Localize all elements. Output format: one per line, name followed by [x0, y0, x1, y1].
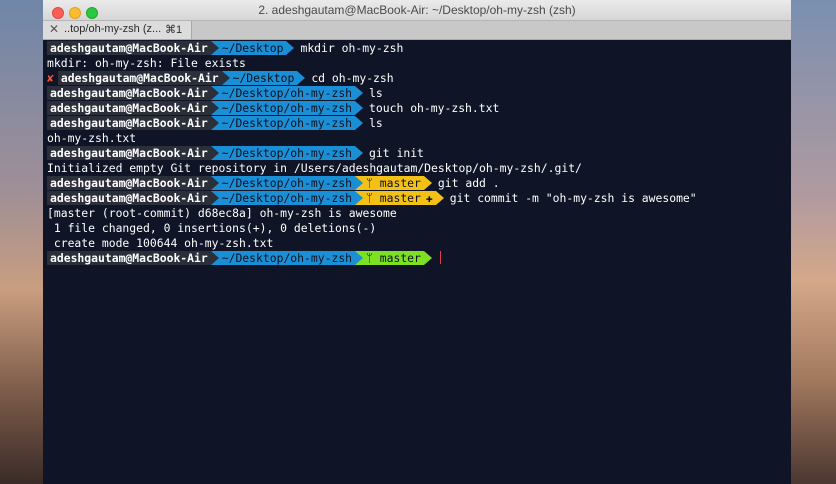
typed-command: touch oh-my-zsh.txt [369, 101, 500, 115]
prompt-directory-segment: ~/Desktop/oh-my-zsh [218, 146, 356, 160]
prompt-user-segment: adeshgautam@MacBook-Air [47, 116, 211, 130]
command-output: create mode 100644 oh-my-zsh.txt [47, 236, 274, 250]
typed-command: git init [369, 146, 424, 160]
tab-shortcut: ⌘1 [165, 24, 183, 36]
powerline-separator-icon [355, 146, 364, 160]
powerline-separator-icon [210, 176, 219, 190]
prompt-line: adeshgautam@MacBook-Air ~/Desktop/oh-my-z… [47, 176, 500, 190]
typed-command: mkdir oh-my-zsh [300, 41, 404, 55]
command-output: oh-my-zsh.txt [47, 131, 137, 145]
powerline-separator-icon [210, 41, 219, 55]
output-line: [master (root-commit) d68ec8a] oh-my-zsh… [47, 206, 397, 220]
prompt-line: adeshgautam@MacBook-Air ~/Desktop/oh-my-z… [47, 116, 383, 130]
typed-command: ls [369, 86, 383, 100]
output-line: mkdir: oh-my-zsh: File exists [47, 56, 246, 70]
git-branch-name: master [379, 176, 421, 190]
title-bar[interactable]: 2. adeshgautam@MacBook-Air: ~/Desktop/oh… [43, 0, 791, 21]
prompt-git-segment: ᛘ master [363, 176, 424, 190]
output-line: Initialized empty Git repository in /Use… [47, 161, 582, 175]
git-staged-icon: ✚ [425, 191, 433, 205]
git-branch-name: master [379, 191, 421, 205]
output-line: 1 file changed, 0 insertions(+), 0 delet… [47, 221, 376, 235]
powerline-separator-icon [210, 101, 219, 115]
tab-title: ..top/oh-my-zsh (z... [64, 23, 162, 35]
terminal-output[interactable]: adeshgautam@MacBook-Air ~/Desktop mkdir oh… [43, 40, 791, 484]
error-status-icon: ✘ [47, 71, 54, 85]
git-branch-name: master [379, 251, 421, 265]
output-line: create mode 100644 oh-my-zsh.txt [47, 236, 273, 250]
prompt-directory-segment: ~/Desktop/oh-my-zsh [218, 101, 356, 115]
powerline-separator-icon [210, 191, 219, 205]
typed-command: git add . [437, 176, 500, 190]
powerline-separator-icon [210, 251, 219, 265]
prompt-user-segment: adeshgautam@MacBook-Air [47, 101, 211, 115]
prompt-directory-segment: ~/Desktop [229, 71, 298, 85]
prompt-line: ✘ adeshgautam@MacBook-Air ~/Desktop cd oh-m… [47, 71, 394, 85]
powerline-separator-icon [423, 251, 432, 265]
powerline-separator-icon [355, 101, 364, 115]
tab-bar: ✕ ..top/oh-my-zsh (z... ⌘1 [43, 21, 791, 40]
prompt-user-segment: adeshgautam@MacBook-Air [47, 41, 211, 55]
tab-terminal-1[interactable]: ✕ ..top/oh-my-zsh (z... ⌘1 [43, 21, 192, 39]
prompt-git-segment: ᛘ master ✚ [363, 191, 436, 205]
git-branch-icon: ᛘ [366, 176, 380, 190]
prompt-directory-segment: ~/Desktop/oh-my-zsh [218, 251, 356, 265]
powerline-separator-icon [423, 176, 432, 190]
output-line: oh-my-zsh.txt [47, 131, 136, 145]
prompt-line: adeshgautam@MacBook-Air ~/Desktop/oh-my-z… [47, 86, 383, 100]
powerline-separator-icon [221, 71, 230, 85]
close-tab-icon[interactable]: ✕ [49, 22, 59, 36]
prompt-user-segment: adeshgautam@MacBook-Air [57, 71, 222, 85]
command-output: mkdir: oh-my-zsh: File exists [47, 56, 246, 70]
typed-command: cd oh-my-zsh [311, 71, 394, 85]
prompt-directory-segment: ~/Desktop [218, 41, 287, 55]
window-title: 2. adeshgautam@MacBook-Air: ~/Desktop/oh… [258, 3, 576, 17]
git-branch-icon: ᛘ [366, 251, 380, 265]
prompt-directory-segment: ~/Desktop/oh-my-zsh [218, 176, 356, 190]
typed-command: ls [369, 116, 383, 130]
command-output: Initialized empty Git repository in /Use… [47, 161, 582, 175]
prompt-user-segment: adeshgautam@MacBook-Air [47, 176, 211, 190]
prompt-directory-segment: ~/Desktop/oh-my-zsh [218, 86, 356, 100]
prompt-line: adeshgautam@MacBook-Air ~/Desktop/oh-my-z… [47, 101, 499, 115]
command-output: 1 file changed, 0 insertions(+), 0 delet… [47, 221, 377, 235]
prompt-line: adeshgautam@MacBook-Air ~/Desktop mkdir oh… [47, 41, 403, 55]
desktop-wallpaper-right [790, 0, 836, 484]
prompt-line: adeshgautam@MacBook-Air ~/Desktop/oh-my-z… [47, 191, 697, 205]
powerline-separator-icon [210, 116, 219, 130]
prompt-directory-segment: ~/Desktop/oh-my-zsh [218, 116, 356, 130]
prompt-user-segment: adeshgautam@MacBook-Air [47, 191, 211, 205]
powerline-separator-icon [355, 176, 364, 190]
prompt-user-segment: adeshgautam@MacBook-Air [47, 251, 211, 265]
prompt-user-segment: adeshgautam@MacBook-Air [47, 86, 211, 100]
powerline-separator-icon [355, 86, 364, 100]
prompt-directory-segment: ~/Desktop/oh-my-zsh [218, 191, 356, 205]
powerline-separator-icon [210, 146, 219, 160]
text-cursor [439, 251, 441, 264]
prompt-user-segment: adeshgautam@MacBook-Air [47, 146, 211, 160]
git-branch-icon: ᛘ [366, 191, 380, 205]
typed-command: git commit -m "oh-my-zsh is awesome" [449, 191, 697, 205]
powerline-separator-icon [355, 191, 364, 205]
desktop-wallpaper-left [0, 0, 43, 484]
prompt-line: adeshgautam@MacBook-Air ~/Desktop/oh-my-z… [47, 251, 441, 265]
prompt-line: adeshgautam@MacBook-Air ~/Desktop/oh-my-z… [47, 146, 424, 160]
powerline-separator-icon [297, 71, 306, 85]
powerline-separator-icon [355, 116, 364, 130]
powerline-separator-icon [355, 251, 364, 265]
powerline-separator-icon [210, 86, 219, 100]
prompt-git-segment: ᛘ master [363, 251, 424, 265]
powerline-separator-icon [286, 41, 295, 55]
terminal-window: 2. adeshgautam@MacBook-Air: ~/Desktop/oh… [43, 0, 791, 484]
powerline-separator-icon [435, 191, 444, 205]
command-output: [master (root-commit) d68ec8a] oh-my-zsh… [47, 206, 397, 220]
